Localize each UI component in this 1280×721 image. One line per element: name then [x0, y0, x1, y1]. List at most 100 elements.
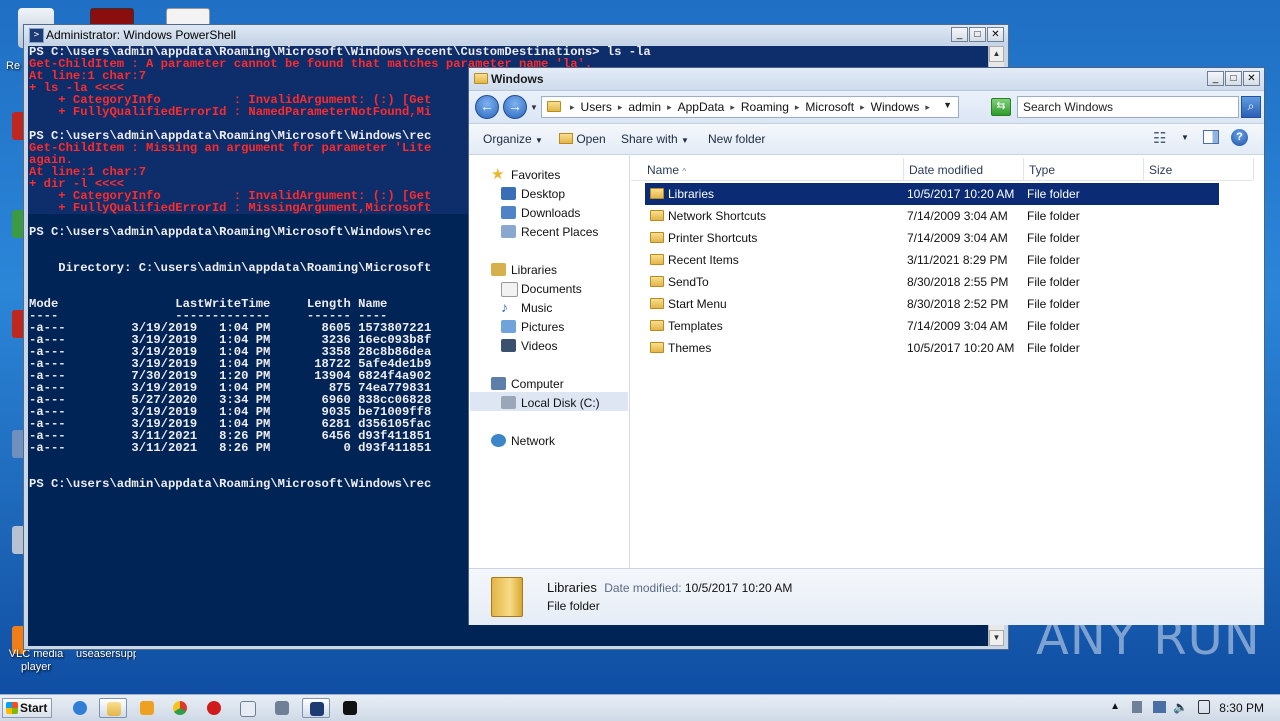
column-header-type[interactable]: Type — [1024, 158, 1144, 180]
file-row[interactable]: Network Shortcuts 7/14/2009 3:04 AM File f… — [645, 205, 1219, 227]
open-folder-icon — [559, 133, 573, 144]
breadcrumb-item[interactable]: admin — [628, 100, 661, 115]
powershell-titlebar[interactable]: > Administrator: Windows PowerShell _ □ … — [24, 25, 1008, 45]
explorer-window[interactable]: Windows _ □ ✕ ← → ▼ ▸ Users ▸ admin ▸ AppData… — [468, 67, 1265, 625]
nav-label: Pictures — [521, 320, 565, 334]
desktop-icon-label[interactable]: VLC media player — [8, 648, 64, 674]
nav-item-pictures[interactable]: Pictures — [501, 320, 565, 334]
file-row[interactable]: Recent Items 3/11/2021 8:29 PM File folder — [645, 249, 1219, 271]
scroll-down-arrow-icon[interactable]: ▼ — [989, 630, 1004, 646]
start-button[interactable]: Start — [2, 698, 52, 718]
folder-icon — [650, 210, 664, 221]
breadcrumb-separator-icon[interactable]: ▸ — [925, 100, 930, 115]
file-type: File folder — [1027, 231, 1080, 245]
media-player-icon[interactable] — [133, 698, 161, 718]
share-with-button[interactable]: Share with ▼ — [621, 132, 689, 146]
column-header-name[interactable]: Name ^ — [642, 158, 904, 180]
explorer-titlebar[interactable]: Windows _ □ ✕ — [469, 68, 1264, 91]
breadcrumb-separator-icon[interactable]: ▸ — [618, 100, 623, 115]
breadcrumb-item[interactable]: Microsoft — [805, 100, 854, 115]
minimize-button[interactable]: _ — [1207, 71, 1224, 86]
file-date: 7/14/2009 3:04 AM — [907, 231, 1008, 245]
organize-button[interactable]: Organize ▼ — [483, 132, 543, 146]
nav-item-local-disk[interactable]: Local Disk (C:) — [501, 396, 600, 410]
nav-label: Libraries — [511, 263, 558, 277]
file-date: 7/14/2009 3:04 AM — [907, 319, 1008, 333]
volume-icon[interactable]: 🔈 — [1173, 700, 1188, 714]
nav-item-libraries[interactable]: Libraries — [491, 263, 558, 277]
powershell-icon: > — [29, 28, 44, 43]
opera-icon[interactable] — [200, 698, 228, 718]
file-row[interactable]: Templates 7/14/2009 3:04 AM File folder — [645, 315, 1219, 337]
breadcrumb-separator-icon[interactable]: ▸ — [570, 100, 575, 115]
open-button[interactable]: Open — [559, 132, 606, 146]
back-button[interactable]: ← — [475, 95, 499, 119]
powershell-taskbar-icon[interactable] — [302, 698, 330, 718]
explorer-taskbar-icon[interactable] — [99, 698, 127, 718]
tray-expand-icon[interactable]: ▲ — [1110, 701, 1120, 712]
chevron-down-icon: ▼ — [681, 136, 689, 145]
flag-icon[interactable] — [1132, 701, 1142, 713]
breadcrumb-item[interactable]: Roaming — [741, 100, 789, 115]
address-bar[interactable]: ▸ Users ▸ admin ▸ AppData ▸ Roaming ▸ Microsoft ▸ W… — [541, 96, 959, 118]
open-label: Open — [576, 132, 606, 146]
breadcrumb-item[interactable]: AppData — [678, 100, 725, 115]
close-button[interactable]: ✕ — [1243, 71, 1260, 86]
file-row[interactable]: Start Menu 8/30/2018 2:52 PM File folder — [645, 293, 1219, 315]
close-button[interactable]: ✕ — [987, 27, 1004, 42]
network-tool-icon[interactable] — [268, 698, 296, 718]
forward-button[interactable]: → — [503, 95, 527, 119]
nav-item-desktop[interactable]: Desktop — [501, 187, 565, 201]
view-dropdown-icon[interactable]: ▼ — [1181, 133, 1189, 142]
nav-item-network[interactable]: Network — [491, 434, 555, 448]
column-label: Name — [647, 163, 680, 177]
nav-item-recent-places[interactable]: Recent Places — [501, 225, 598, 239]
file-date: 3/11/2021 8:29 PM — [907, 253, 1008, 267]
nav-item-favorites[interactable]: ★ Favorites — [491, 166, 560, 183]
nav-label: Music — [521, 301, 553, 315]
breadcrumb-separator-icon[interactable]: ▸ — [795, 100, 800, 115]
breadcrumb-item[interactable]: Windows — [871, 100, 920, 115]
nav-item-documents[interactable]: Documents — [501, 282, 582, 297]
nav-item-downloads[interactable]: Downloads — [501, 206, 580, 220]
minimize-button[interactable]: _ — [951, 27, 968, 42]
clock[interactable]: 8:30 PM — [1219, 701, 1264, 715]
desktop-icon-label[interactable]: Re — [6, 60, 20, 72]
recent-pages-dropdown-icon[interactable]: ▼ — [530, 103, 538, 112]
breadcrumb-separator-icon[interactable]: ▸ — [667, 100, 672, 115]
window-taskbar-icon[interactable] — [233, 698, 261, 718]
scroll-up-arrow-icon[interactable]: ▲ — [989, 46, 1004, 62]
power-icon[interactable] — [1198, 700, 1210, 714]
file-list: Name ^ Date modified Type Size Libraries… — [631, 154, 1264, 568]
network-status-icon[interactable] — [1153, 701, 1166, 713]
file-row[interactable]: Libraries 10/5/2017 10:20 AM File folder — [645, 183, 1219, 205]
chrome-icon[interactable] — [166, 698, 194, 718]
cmd-icon[interactable] — [336, 698, 364, 718]
address-history-dropdown-icon[interactable]: ▼ — [943, 100, 952, 110]
breadcrumb-item[interactable]: Users — [581, 100, 612, 115]
taskbar: Start ▲ 🔈 8:30 PM — [0, 694, 1280, 721]
help-icon[interactable]: ? — [1231, 129, 1248, 146]
nav-item-computer[interactable]: Computer — [491, 377, 564, 391]
nav-item-music[interactable]: ♪ Music — [501, 299, 553, 315]
file-type: File folder — [1027, 297, 1080, 311]
new-folder-button[interactable]: New folder — [708, 132, 765, 146]
maximize-button[interactable]: □ — [1225, 71, 1242, 86]
column-header-date[interactable]: Date modified — [904, 158, 1024, 180]
refresh-button[interactable]: ⇆ — [991, 98, 1011, 116]
maximize-button[interactable]: □ — [969, 27, 986, 42]
column-header-size[interactable]: Size — [1144, 158, 1254, 180]
details-date-label: Date modified: — [604, 581, 682, 595]
breadcrumb-separator-icon[interactable]: ▸ — [730, 100, 735, 115]
preview-pane-icon[interactable] — [1203, 130, 1219, 144]
ie-icon[interactable] — [66, 698, 94, 718]
file-row[interactable]: Printer Shortcuts 7/14/2009 3:04 AM File f… — [645, 227, 1219, 249]
nav-item-videos[interactable]: Videos — [501, 339, 557, 353]
file-row[interactable]: SendTo 8/30/2018 2:55 PM File folder — [645, 271, 1219, 293]
view-options-icon[interactable]: ☷ — [1153, 129, 1166, 147]
search-icon[interactable]: ⌕ — [1241, 96, 1261, 118]
search-input[interactable]: Search Windows — [1017, 96, 1239, 118]
breadcrumb: ▸ Users ▸ admin ▸ AppData ▸ Roaming ▸ Microsoft ▸ W… — [570, 100, 930, 115]
file-row[interactable]: Themes 10/5/2017 10:20 AM File folder — [645, 337, 1219, 359]
breadcrumb-separator-icon[interactable]: ▸ — [860, 100, 865, 115]
